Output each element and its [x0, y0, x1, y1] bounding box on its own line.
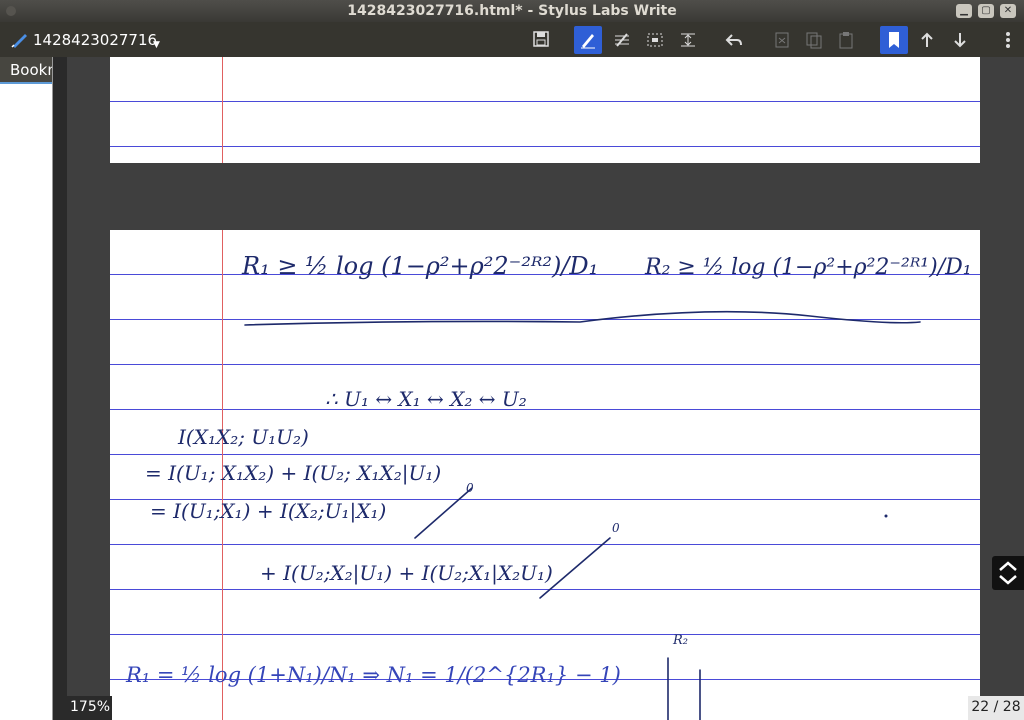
bookmarks-panel: Bookmarks — [0, 57, 53, 720]
markov-chain: ∴ U₁ ↔ X₁ ↔ X₂ ↔ U₂ — [325, 387, 527, 411]
pen-tool-icon[interactable] — [574, 26, 602, 54]
insert-space-icon[interactable] — [674, 26, 702, 54]
axis-label-r2: R₂ — [672, 633, 688, 648]
eraser-icon[interactable] — [608, 26, 636, 54]
page-margin-line — [222, 57, 223, 163]
ink-dot — [884, 514, 888, 518]
underline-stroke — [244, 310, 921, 326]
cut-icon[interactable] — [768, 26, 796, 54]
zero-annotation-a: 0 — [466, 481, 474, 495]
document-name[interactable]: 1428423027716 — [33, 31, 157, 49]
bookmarks-tab[interactable]: Bookmarks — [0, 57, 52, 84]
page-indicator[interactable]: 22 / 28 — [968, 696, 1024, 720]
mutual-info-line4: + I(U₂;X₂|U₁) + I(U₂;X₁|X₂U₁) — [260, 561, 553, 586]
page-previous[interactable] — [110, 57, 980, 163]
maximize-button[interactable]: ▢ — [978, 4, 994, 18]
document-pen-icon — [11, 34, 27, 48]
page-down-icon[interactable] — [946, 26, 974, 54]
rate-inequality-r1: R₁ ≥ ½ log (1−ρ²+ρ²2⁻²ᴿ²)/D₁ — [241, 252, 598, 280]
left-gutter — [53, 57, 67, 720]
title-bar: 1428423027716.html* - Stylus Labs Write … — [0, 0, 1024, 22]
zero-annotation-b: 0 — [612, 521, 620, 535]
close-button[interactable]: ✕ — [1000, 4, 1016, 18]
strike-through-stroke — [414, 487, 473, 539]
window-title: 1428423027716.html* - Stylus Labs Write — [347, 3, 677, 19]
select-icon[interactable] — [641, 26, 669, 54]
mutual-info-line2: = I(U₁; X₁X₂) + I(U₂; X₁X₂|U₁) — [145, 461, 441, 486]
mutual-info-line3: = I(U₁;X₁) + I(X₂;U₁|X₁) — [150, 499, 386, 524]
paste-icon[interactable] — [832, 26, 860, 54]
zoom-level[interactable]: 175% — [66, 696, 112, 720]
minimize-button[interactable]: ▁ — [956, 4, 972, 18]
copy-icon[interactable] — [800, 26, 828, 54]
document-menu-caret-icon[interactable]: ▼ — [153, 40, 160, 50]
bottom-equation: R₁ = ½ log (1+N₁)/N₁ ⇒ N₁ = 1/(2^{2R₁} −… — [125, 663, 621, 687]
page-up-icon[interactable] — [913, 26, 941, 54]
handwriting-layer[interactable]: R₁ ≥ ½ log (1−ρ²+ρ²2⁻²ᴿ²)/D₁ R₂ ≥ ½ log … — [110, 230, 980, 720]
undo-icon[interactable] — [720, 26, 748, 54]
scroll-toggle-button[interactable] — [992, 556, 1024, 590]
toolbar: 1428423027716 ▼ — [0, 22, 1024, 57]
rate-inequality-r2: R₂ ≥ ½ log (1−ρ²+ρ²2⁻²ᴿ¹)/D₁ — [644, 255, 972, 280]
menu-icon[interactable] — [994, 26, 1022, 54]
mutual-info-line1: I(X₁X₂; U₁U₂) — [177, 425, 309, 449]
bookmark-icon[interactable] — [880, 26, 908, 54]
save-icon[interactable] — [527, 26, 555, 54]
chevron-updown-icon — [999, 561, 1017, 585]
